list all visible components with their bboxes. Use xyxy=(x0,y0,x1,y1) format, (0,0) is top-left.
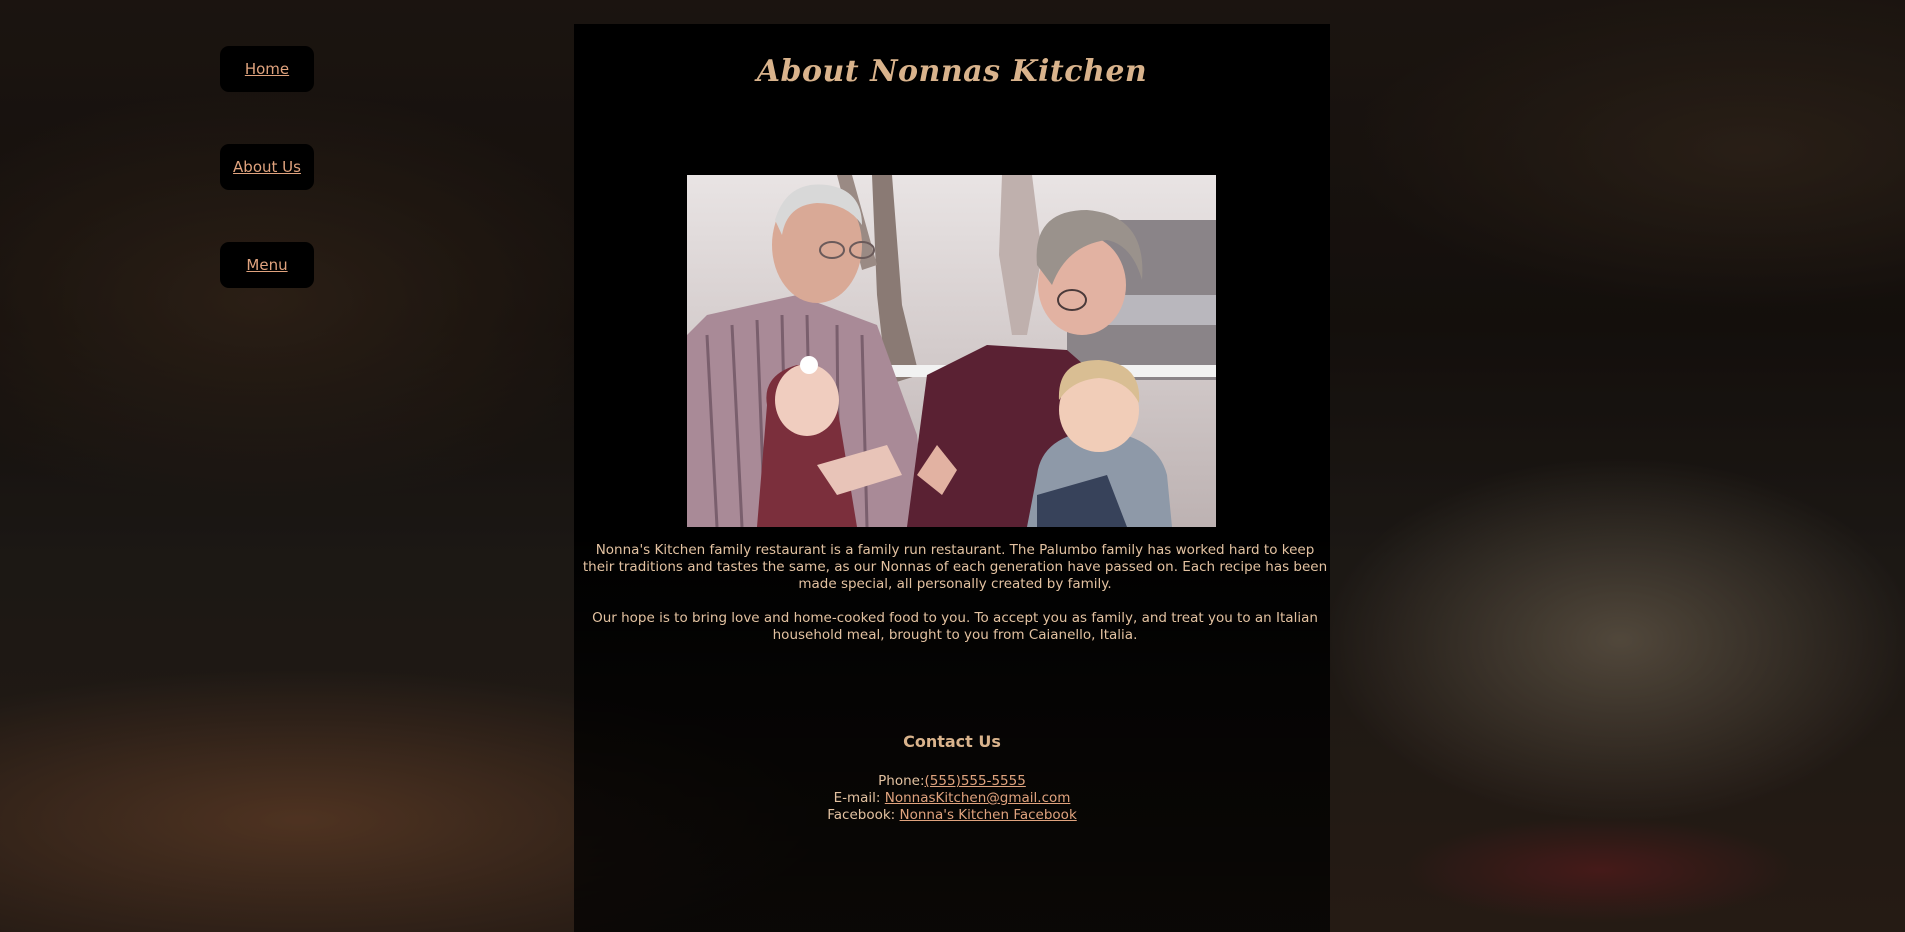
nav-about-us-link[interactable]: About Us xyxy=(220,144,314,190)
contact-info: Phone:(555)555-5555 E-mail: NonnasKitche… xyxy=(574,773,1330,824)
phone-link[interactable]: (555)555-5555 xyxy=(925,773,1026,789)
nav-home-link[interactable]: Home xyxy=(220,46,314,92)
phone-label: Phone: xyxy=(878,773,925,789)
about-description: Nonna's Kitchen family restaurant is a f… xyxy=(582,542,1328,661)
facebook-line: Facebook: Nonna's Kitchen Facebook xyxy=(574,807,1330,824)
page-title: About Nonnas Kitchen xyxy=(756,54,1148,89)
nav-menu-link[interactable]: Menu xyxy=(220,242,314,288)
side-navigation: Home About Us Menu xyxy=(220,46,314,340)
about-paragraph: Nonna's Kitchen family restaurant is a f… xyxy=(582,542,1328,592)
contact-heading: Contact Us xyxy=(903,732,1001,751)
email-line: E-mail: NonnasKitchen@gmail.com xyxy=(574,790,1330,807)
email-link[interactable]: NonnasKitchen@gmail.com xyxy=(885,790,1071,806)
about-paragraph: Our hope is to bring love and home-cooke… xyxy=(592,610,1318,643)
email-label: E-mail: xyxy=(833,790,881,806)
facebook-label: Facebook: xyxy=(827,807,896,823)
main-content-panel: About Nonnas Kitchen Nonna's Kitchen fam… xyxy=(574,24,1330,932)
facebook-link[interactable]: Nonna's Kitchen Facebook xyxy=(900,807,1077,823)
family-photo xyxy=(687,175,1216,527)
phone-line: Phone:(555)555-5555 xyxy=(574,773,1330,790)
